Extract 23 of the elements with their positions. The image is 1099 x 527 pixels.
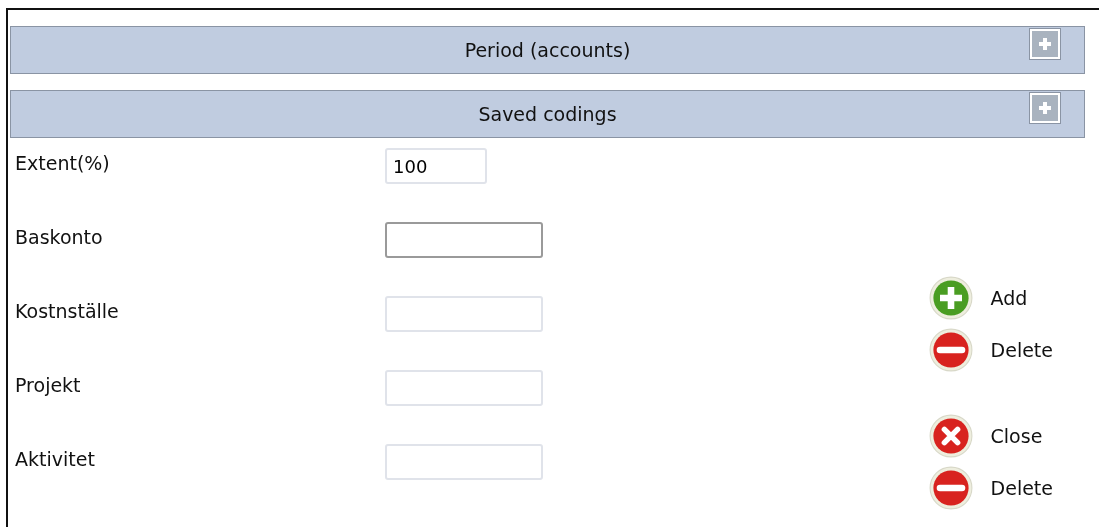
field-label: Kostnställe xyxy=(15,299,120,324)
close-button[interactable]: Close xyxy=(928,414,1053,458)
delete-button[interactable]: Delete xyxy=(928,328,1053,372)
section-title: Period (accounts) xyxy=(464,39,631,61)
field-label: Aktivitet xyxy=(15,447,96,472)
minus-circle-icon xyxy=(928,466,973,510)
section-header[interactable]: Saved codings xyxy=(10,90,1085,138)
text-field[interactable] xyxy=(385,222,543,258)
field-label: Extent(%) xyxy=(15,151,111,176)
close-icon xyxy=(928,414,973,458)
plus-icon xyxy=(1037,100,1053,116)
plus-icon xyxy=(1037,36,1053,52)
section-header[interactable]: Period (accounts) xyxy=(10,26,1085,74)
field-label: Baskonto xyxy=(15,225,104,250)
field-label: Projekt xyxy=(15,373,82,398)
plus-circle-icon xyxy=(928,276,973,320)
expand-button[interactable] xyxy=(1030,93,1060,123)
minus-circle-icon xyxy=(928,328,973,372)
add-button[interactable]: Add xyxy=(928,276,1053,320)
text-field[interactable]: 100 xyxy=(385,148,487,184)
section-title: Saved codings xyxy=(478,103,617,125)
delete-button[interactable]: Delete xyxy=(928,466,1053,510)
expand-button[interactable] xyxy=(1030,29,1060,59)
